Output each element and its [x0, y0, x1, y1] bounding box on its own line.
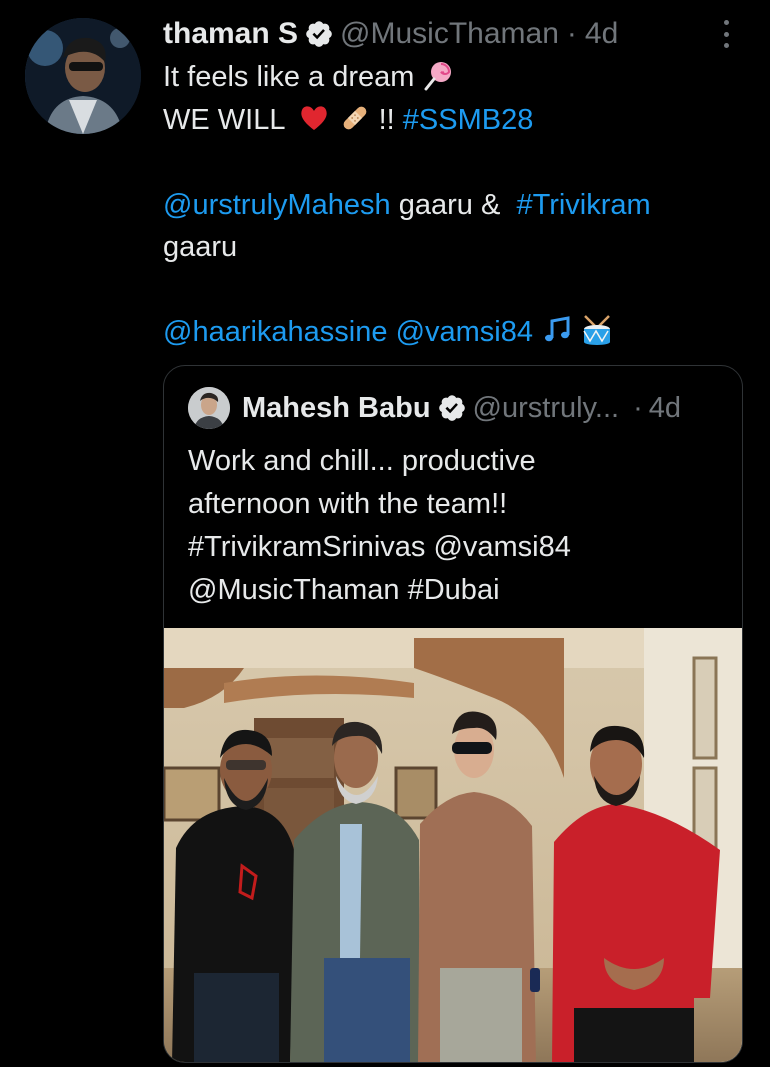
- quoted-tweet-line: @MusicThaman #Dubai: [188, 574, 500, 606]
- author-name[interactable]: thaman S: [163, 17, 298, 51]
- quoted-tweet-line: afternoon with the team!!: [188, 488, 508, 520]
- quoted-tweet-header: Mahesh Babu @urstruly... · 4d: [188, 386, 681, 430]
- verified-badge-icon: [438, 395, 465, 421]
- quoted-author-name[interactable]: Mahesh Babu: [242, 392, 431, 425]
- musical-notes-emoji-icon: [545, 316, 570, 342]
- separator-dot: ·: [566, 17, 577, 50]
- more-options-icon[interactable]: [716, 20, 736, 48]
- quoted-tweet-photo[interactable]: [164, 628, 742, 1062]
- quoted-author-handle[interactable]: @urstruly...: [473, 392, 620, 425]
- tweet-header: thaman S @MusicThaman · 4d: [163, 14, 618, 54]
- bandage-emoji-icon: [343, 106, 366, 129]
- hashtag-link[interactable]: #Trivikram: [516, 189, 650, 221]
- tweet-text: It feels like a dream WE WILL !! #SSMB28…: [163, 56, 743, 354]
- mention-link[interactable]: @urstrulyMahesh: [163, 189, 391, 221]
- lollipop-emoji-icon: [424, 62, 451, 91]
- quoted-tweet-line: #TrivikramSrinivas @vamsi84: [188, 531, 571, 563]
- author-avatar[interactable]: [25, 18, 141, 134]
- tweet-text-segment: It feels like a dream: [163, 61, 415, 93]
- tweet-timestamp[interactable]: 4d: [585, 17, 618, 51]
- verified-badge-icon: [306, 21, 332, 47]
- separator-dot: ·: [633, 391, 643, 424]
- tweet-line-empty: [163, 141, 743, 184]
- tweet-line: WE WILL !! #SSMB28: [163, 99, 743, 142]
- mention-link[interactable]: @haarikahassine: [163, 316, 388, 348]
- mention-link[interactable]: @vamsi84: [396, 316, 533, 348]
- red-heart-emoji-icon: [301, 105, 328, 130]
- tweet-text-segment: WE WILL: [163, 103, 285, 136]
- quoted-tweet-text: Work and chill... productive afternoon w…: [188, 440, 728, 612]
- tweet-line: gaaru: [163, 226, 743, 269]
- tweet[interactable]: thaman S @MusicThaman · 4d It feels like…: [0, 0, 770, 1067]
- tweet-line: It feels like a dream: [163, 56, 743, 99]
- tweet-line: @urstrulyMahesh gaaru & #Trivikram: [163, 184, 743, 227]
- drum-emoji-icon: [583, 315, 611, 345]
- tweet-line: @haarikahassine @vamsi84: [163, 311, 743, 354]
- author-handle[interactable]: @MusicThaman: [340, 17, 559, 51]
- quoted-author-avatar[interactable]: [188, 387, 230, 429]
- tweet-text-segment: gaaru: [163, 231, 238, 263]
- tweet-line-empty: [163, 269, 743, 312]
- tweet-text-segment: gaaru &: [390, 188, 509, 221]
- quoted-tweet[interactable]: Mahesh Babu @urstruly... · 4d Work and c…: [163, 365, 743, 1063]
- tweet-text-segment: !!: [378, 103, 395, 136]
- quoted-tweet-line: Work and chill... productive: [188, 445, 536, 477]
- quoted-tweet-timestamp[interactable]: 4d: [649, 392, 681, 425]
- hashtag-link[interactable]: #SSMB28: [403, 104, 534, 136]
